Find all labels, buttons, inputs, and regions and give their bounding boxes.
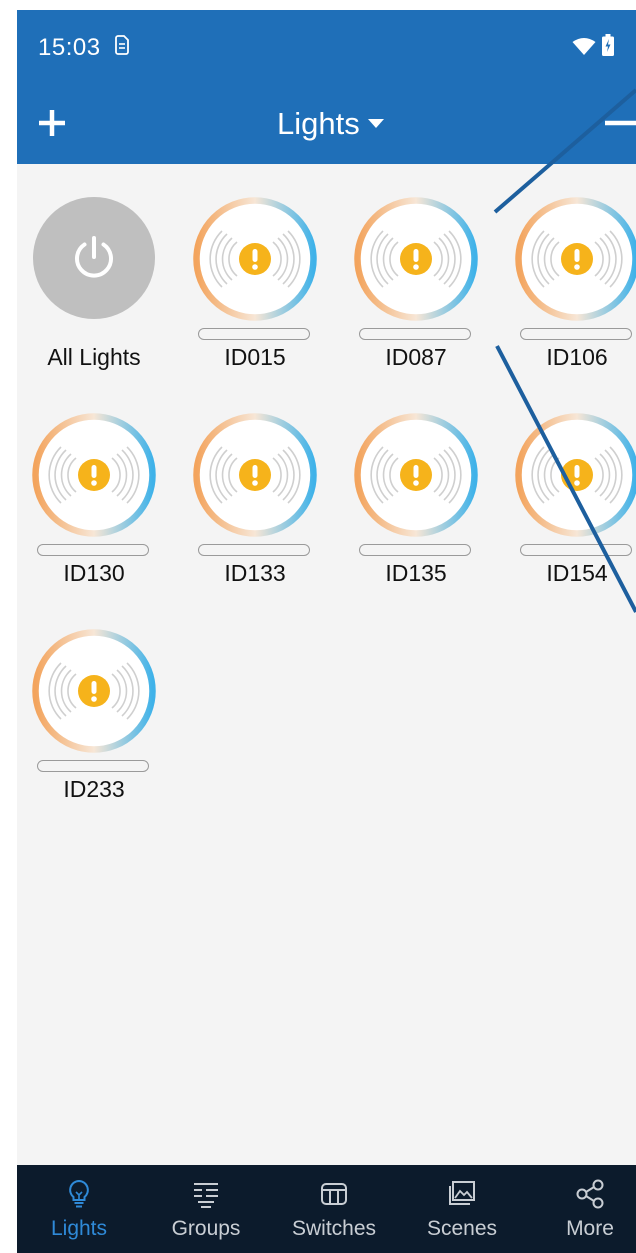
brightness-bar[interactable] bbox=[520, 328, 632, 340]
light-ring bbox=[31, 628, 157, 754]
light-tile[interactable]: ID015 bbox=[178, 164, 328, 374]
switch-icon bbox=[321, 1183, 347, 1205]
tile-label: ID133 bbox=[224, 560, 286, 586]
tile-label: ID015 bbox=[224, 344, 286, 370]
nav-more[interactable]: More bbox=[528, 1165, 636, 1253]
scenes-icon bbox=[449, 1181, 475, 1205]
wifi-icon bbox=[572, 38, 596, 55]
power-icon bbox=[75, 236, 113, 278]
battery-charging-icon bbox=[602, 34, 614, 56]
light-tile[interactable]: ID130 bbox=[17, 380, 167, 590]
plus-icon[interactable] bbox=[33, 104, 71, 142]
nav-label: Scenes bbox=[426, 1217, 498, 1240]
tile-label: ID135 bbox=[385, 560, 447, 586]
nav-label: Lights bbox=[50, 1217, 108, 1240]
minus-icon[interactable] bbox=[601, 104, 636, 142]
light-ring bbox=[31, 412, 157, 538]
light-tile[interactable]: ID233 bbox=[17, 596, 167, 806]
light-ring bbox=[353, 412, 479, 538]
light-tile[interactable]: ID133 bbox=[178, 380, 328, 590]
nav-label: More bbox=[566, 1217, 614, 1240]
sim-card-icon bbox=[115, 35, 129, 55]
groups-icon bbox=[194, 1183, 218, 1208]
title-dropdown[interactable]: Lights bbox=[277, 106, 384, 142]
app-screen: 15:03 Lights All Lights ID015 ID087 ID10… bbox=[17, 10, 636, 1253]
light-tile[interactable]: ID154 bbox=[500, 380, 636, 590]
app-bar: Lights bbox=[17, 84, 636, 164]
brightness-bar[interactable] bbox=[37, 544, 149, 556]
brightness-bar[interactable] bbox=[359, 544, 471, 556]
light-ring bbox=[192, 196, 318, 322]
nav-groups[interactable]: Groups bbox=[144, 1165, 268, 1253]
brightness-bar[interactable] bbox=[359, 328, 471, 340]
nav-scenes[interactable]: Scenes bbox=[400, 1165, 524, 1253]
light-ring bbox=[353, 196, 479, 322]
nav-switches[interactable]: Switches bbox=[272, 1165, 396, 1253]
brightness-bar[interactable] bbox=[520, 544, 632, 556]
status-time: 15:03 bbox=[38, 34, 101, 61]
light-ring bbox=[514, 196, 636, 322]
lightbulb-icon bbox=[69, 1179, 89, 1208]
light-ring bbox=[514, 412, 636, 538]
status-bar: 15:03 bbox=[17, 10, 636, 84]
light-tile[interactable]: ID106 bbox=[500, 164, 636, 374]
tile-all-lights[interactable]: All Lights bbox=[17, 164, 167, 374]
share-icon bbox=[576, 1179, 604, 1209]
tile-label: ID106 bbox=[546, 344, 608, 370]
brightness-bar[interactable] bbox=[37, 760, 149, 772]
bottom-navigation: Lights Groups Switches Scenes More bbox=[17, 1165, 636, 1253]
tile-label: ID087 bbox=[385, 344, 447, 370]
nav-label: Switches bbox=[291, 1217, 377, 1240]
nav-label: Groups bbox=[171, 1217, 241, 1240]
light-tile[interactable]: ID135 bbox=[339, 380, 489, 590]
tile-label: ID233 bbox=[63, 776, 125, 802]
page-title: Lights bbox=[277, 106, 360, 141]
tile-label: ID154 bbox=[546, 560, 608, 586]
light-tile[interactable]: ID087 bbox=[339, 164, 489, 374]
brightness-bar[interactable] bbox=[198, 544, 310, 556]
power-button[interactable] bbox=[33, 197, 155, 319]
brightness-bar[interactable] bbox=[198, 328, 310, 340]
nav-lights[interactable]: Lights bbox=[17, 1165, 141, 1253]
tile-label: ID130 bbox=[63, 560, 125, 586]
tile-label: All Lights bbox=[47, 344, 141, 370]
caret-down-icon bbox=[367, 119, 384, 128]
light-ring bbox=[192, 412, 318, 538]
